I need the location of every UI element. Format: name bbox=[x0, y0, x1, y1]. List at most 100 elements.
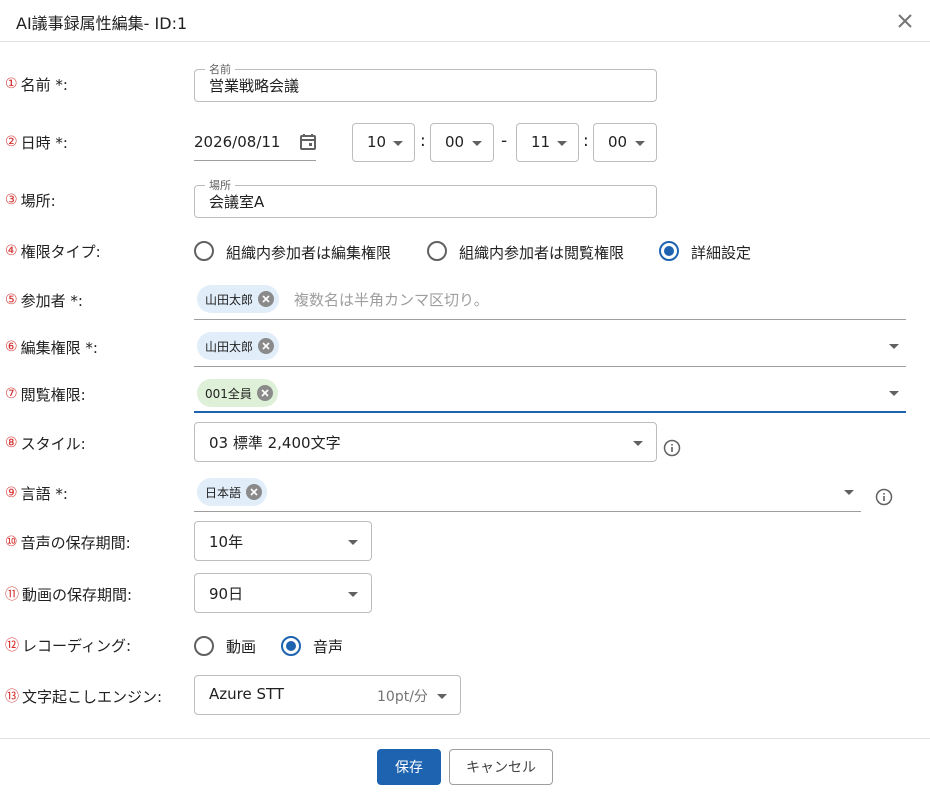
place-number: ③ bbox=[5, 192, 18, 208]
name-number: ① bbox=[5, 76, 18, 92]
caret-down-icon[interactable] bbox=[889, 391, 899, 396]
permission-type-label-text: 権限タイプ: bbox=[20, 242, 101, 261]
radio-recording-video[interactable] bbox=[194, 636, 214, 656]
caret-down-icon bbox=[557, 141, 567, 146]
edit-permission-chip: 山田太郎 bbox=[197, 332, 280, 360]
language-chip: 日本語 bbox=[197, 478, 268, 506]
caret-down-icon[interactable] bbox=[844, 490, 854, 495]
participants-label-text: 参加者 *: bbox=[20, 291, 83, 310]
audio-retention-number: ⑩ bbox=[5, 534, 18, 550]
info-icon[interactable] bbox=[875, 488, 893, 506]
cancel-circle-icon[interactable] bbox=[245, 483, 263, 501]
name-label: ① 名前 *: bbox=[5, 73, 68, 95]
view-permission-label: ⑦ 閲覧権限: bbox=[5, 383, 86, 405]
caret-down-icon bbox=[393, 141, 403, 146]
name-value: 営業戦略会議 bbox=[209, 77, 300, 95]
end-hour-value: 11 bbox=[531, 133, 551, 151]
participants-label: ⑤ 参加者 *: bbox=[5, 289, 83, 311]
calendar-icon[interactable] bbox=[298, 132, 318, 152]
dialog-footer: 保存 キャンセル bbox=[0, 738, 930, 793]
audio-retention-label: ⑩ 音声の保存期間: bbox=[5, 531, 131, 553]
radio-detailed-label: 詳細設定 bbox=[691, 244, 752, 262]
radio-org-view[interactable] bbox=[427, 241, 447, 261]
language-label-text: 言語 *: bbox=[20, 484, 68, 503]
place-label: ③ 場所: bbox=[5, 189, 56, 211]
participants-number: ⑤ bbox=[5, 292, 18, 308]
participant-chip-label: 山田太郎 bbox=[205, 292, 254, 307]
recording-label-text: レコーディング: bbox=[22, 636, 132, 655]
recording-label: ⑫ レコーディング: bbox=[5, 634, 131, 656]
audio-retention-label-text: 音声の保存期間: bbox=[20, 533, 131, 552]
video-retention-select[interactable]: 90日 bbox=[194, 573, 372, 613]
edit-permission-label: ⑥ 編集権限 *: bbox=[5, 336, 98, 358]
style-select[interactable]: 03 標準 2,400文字 bbox=[194, 422, 657, 462]
caret-down-icon bbox=[633, 441, 643, 446]
view-permission-label-text: 閲覧権限: bbox=[20, 385, 86, 404]
view-permission-chip-label: 001全員 bbox=[205, 386, 252, 401]
name-field[interactable]: 名前 営業戦略会議 bbox=[194, 61, 657, 102]
caret-down-icon bbox=[472, 141, 482, 146]
engine-label: ⑬ 文字起こしエンジン: bbox=[5, 685, 162, 707]
video-retention-label: ⑪ 動画の保存期間: bbox=[5, 583, 132, 605]
edit-permission-field[interactable]: 山田太郎 bbox=[194, 327, 906, 367]
language-chip-label: 日本語 bbox=[205, 485, 242, 500]
audio-retention-select[interactable]: 10年 bbox=[194, 521, 372, 561]
engine-label-text: 文字起こしエンジン: bbox=[22, 687, 163, 706]
video-retention-number: ⑪ bbox=[5, 587, 19, 603]
radio-detailed[interactable] bbox=[659, 241, 679, 261]
time-colon: : bbox=[583, 131, 589, 151]
end-minute-value: 00 bbox=[608, 133, 628, 151]
view-permission-number: ⑦ bbox=[5, 386, 18, 402]
close-button[interactable] bbox=[893, 9, 917, 33]
radio-org-edit[interactable] bbox=[194, 241, 214, 261]
audio-retention-value: 10年 bbox=[209, 533, 244, 551]
caret-down-icon bbox=[437, 694, 447, 699]
cancel-circle-icon[interactable] bbox=[257, 290, 275, 308]
save-button[interactable]: 保存 bbox=[377, 749, 441, 785]
caret-down-icon bbox=[348, 592, 358, 597]
style-label: ⑧ スタイル: bbox=[5, 432, 86, 454]
start-hour-select[interactable]: 10 bbox=[352, 123, 415, 162]
edit-permission-number: ⑥ bbox=[5, 339, 18, 355]
datetime-label: ② 日時 *: bbox=[5, 131, 68, 153]
recording-number: ⑫ bbox=[5, 638, 19, 654]
dialog-title: AI議事録属性編集- ID:1 bbox=[16, 14, 188, 33]
start-minute-select[interactable]: 00 bbox=[430, 123, 494, 162]
engine-select[interactable]: Azure STT 10pt/分 bbox=[194, 675, 461, 715]
video-retention-value: 90日 bbox=[209, 585, 244, 603]
datetime-label-text: 日時 *: bbox=[20, 133, 68, 152]
start-minute-value: 00 bbox=[445, 133, 465, 151]
cancel-button[interactable]: キャンセル bbox=[449, 749, 553, 785]
end-minute-select[interactable]: 00 bbox=[593, 123, 657, 162]
date-value: 2026/08/11 bbox=[194, 133, 281, 151]
view-permission-field[interactable]: 001全員 bbox=[194, 374, 906, 413]
video-retention-label-text: 動画の保存期間: bbox=[22, 585, 133, 604]
edit-permission-label-text: 編集権限 *: bbox=[20, 338, 98, 357]
cancel-circle-icon[interactable] bbox=[257, 337, 275, 355]
place-field[interactable]: 場所 会議室A bbox=[194, 177, 657, 218]
start-hour-value: 10 bbox=[367, 133, 387, 151]
style-number: ⑧ bbox=[5, 435, 18, 451]
date-field[interactable]: 2026/08/11 bbox=[194, 123, 316, 161]
engine-number: ⑬ bbox=[5, 689, 19, 705]
time-dash: - bbox=[501, 131, 508, 151]
permission-type-number: ④ bbox=[5, 243, 18, 259]
datetime-number: ② bbox=[5, 134, 18, 150]
engine-rate: 10pt/分 bbox=[377, 689, 428, 705]
time-colon: : bbox=[420, 131, 426, 151]
radio-recording-audio-label: 音声 bbox=[313, 638, 344, 656]
participants-placeholder: 複数名は半角カンマ区切り。 bbox=[294, 291, 489, 309]
caret-down-icon bbox=[348, 540, 358, 545]
end-hour-select[interactable]: 11 bbox=[516, 123, 579, 162]
cancel-circle-icon[interactable] bbox=[256, 384, 274, 402]
info-icon[interactable] bbox=[663, 439, 681, 457]
radio-org-edit-label: 組織内参加者は編集権限 bbox=[226, 244, 392, 262]
style-label-text: スタイル: bbox=[20, 434, 86, 453]
participants-field[interactable]: 山田太郎 複数名は半角カンマ区切り。 bbox=[194, 280, 906, 320]
language-field[interactable]: 日本語 bbox=[194, 472, 861, 512]
close-icon bbox=[898, 14, 912, 28]
permission-type-label: ④ 権限タイプ: bbox=[5, 240, 101, 262]
caret-down-icon[interactable] bbox=[889, 344, 899, 349]
radio-recording-audio[interactable] bbox=[281, 636, 301, 656]
view-permission-chip: 001全員 bbox=[197, 379, 278, 407]
